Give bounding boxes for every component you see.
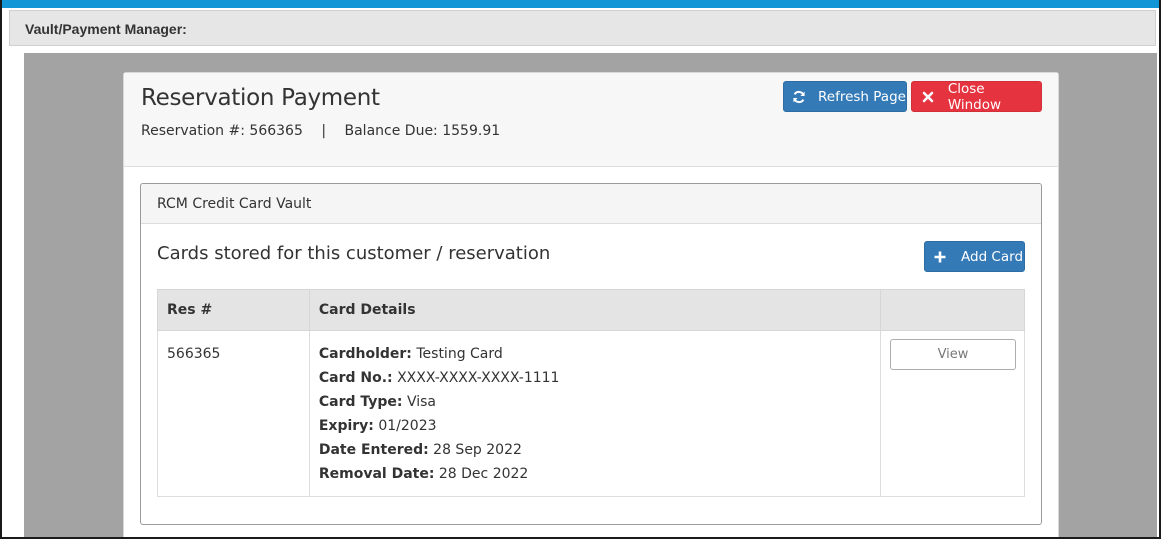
window-frame <box>0 0 1161 539</box>
